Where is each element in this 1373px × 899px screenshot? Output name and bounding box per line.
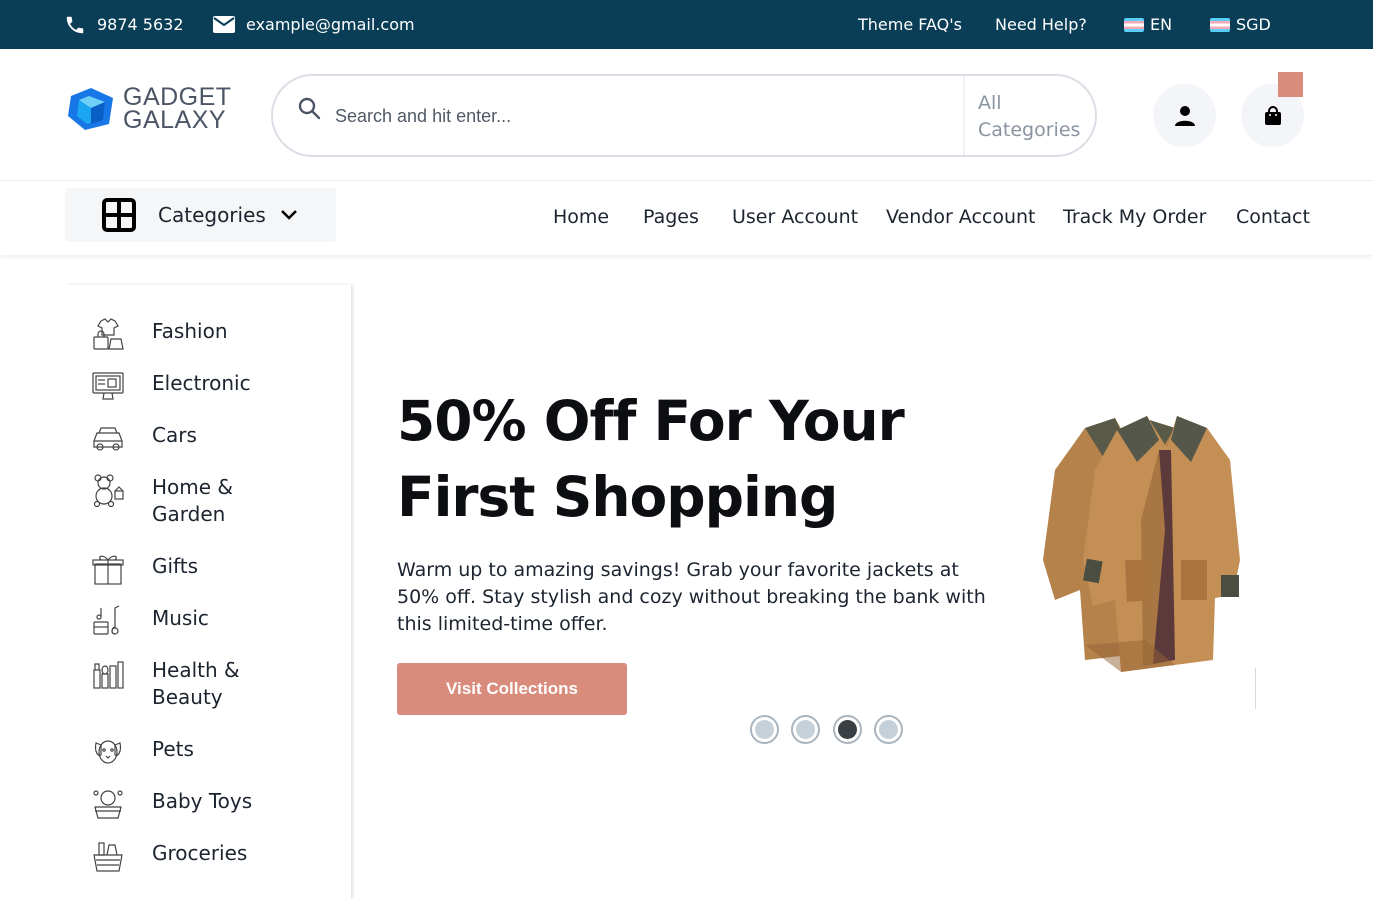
logo[interactable]: GADGET GALAXY xyxy=(65,85,232,134)
email-address: example@gmail.com xyxy=(246,15,415,34)
nav-track-my-order[interactable]: Track My Order xyxy=(1063,206,1206,228)
pet-icon xyxy=(94,740,122,764)
nav-contact[interactable]: Contact xyxy=(1236,206,1310,228)
user-icon xyxy=(1174,105,1195,126)
cube-logo-icon xyxy=(68,88,113,130)
teddy-bear-icon xyxy=(93,474,124,507)
hero-description: Warm up to amazing savings! Grab your fa… xyxy=(397,559,986,635)
need-help-link[interactable]: Need Help? xyxy=(995,0,1087,49)
email-contact[interactable]: example@gmail.com xyxy=(213,0,415,49)
flag-icon xyxy=(1124,17,1144,32)
search-input[interactable] xyxy=(335,94,955,138)
image-divider xyxy=(1255,668,1256,709)
sidebar-item-label: Groceries xyxy=(152,841,248,865)
sidebar-item-label: Fashion xyxy=(152,319,228,343)
top-bar: 9874 5632 example@gmail.com Theme FAQ's … xyxy=(0,0,1373,49)
chevron-down-icon xyxy=(280,210,297,220)
currency-selector[interactable]: SGD xyxy=(1210,0,1271,49)
sidebar-item-label: Home & Garden xyxy=(152,475,234,526)
sidebar-item-label: Cars xyxy=(152,423,197,447)
phone-icon xyxy=(66,16,84,33)
flag-icon xyxy=(1210,17,1230,32)
nav-home[interactable]: Home xyxy=(553,206,609,228)
categories-label: Categories xyxy=(158,203,266,227)
logo-line-2: GALAXY xyxy=(123,106,227,134)
electronic-icon xyxy=(92,372,124,400)
language-label: EN xyxy=(1150,15,1173,34)
sidebar-item-label: Health & Beauty xyxy=(152,658,240,709)
slider-dot-4[interactable] xyxy=(874,715,903,744)
sidebar-item-label: Music xyxy=(152,606,209,630)
nav-user-account[interactable]: User Account xyxy=(732,206,858,228)
jacket-product-image xyxy=(1043,416,1240,672)
account-button[interactable] xyxy=(1153,84,1216,147)
sidebar-item-label: Electronic xyxy=(152,371,251,395)
language-selector[interactable]: EN xyxy=(1124,0,1172,49)
sidebar-item-label: Gifts xyxy=(152,554,199,578)
category-sidebar: Fashion Electronic Cars Home & Garden Gi… xyxy=(65,285,351,899)
sidebar-item-label: Baby Toys xyxy=(152,789,253,813)
fashion-icon xyxy=(93,318,124,350)
beauty-icon xyxy=(93,661,124,689)
search-bar: All Categories xyxy=(271,74,1097,157)
phone-contact[interactable]: 9874 5632 xyxy=(64,0,184,49)
categories-dropdown-button[interactable]: Categories xyxy=(65,188,336,242)
nav-vendor-account[interactable]: Vendor Account xyxy=(886,206,1036,228)
hero-title: 50% Off For Your First Shopping xyxy=(397,389,905,529)
grocery-icon xyxy=(93,842,123,872)
gift-icon xyxy=(92,555,124,585)
logo-text: GADGET GALAXY xyxy=(123,85,232,134)
currency-label: SGD xyxy=(1236,15,1271,34)
slider-dot-2[interactable] xyxy=(791,715,820,744)
cart-count-badge xyxy=(1278,72,1303,97)
phone-number: 9874 5632 xyxy=(97,15,184,34)
grid-icon xyxy=(102,198,136,232)
mail-icon xyxy=(213,16,235,33)
search-icon[interactable] xyxy=(297,96,321,120)
music-icon xyxy=(93,605,120,635)
baby-toy-icon xyxy=(93,790,123,819)
car-icon xyxy=(93,427,123,451)
slider-dot-1[interactable] xyxy=(750,715,779,744)
slider-dot-3[interactable] xyxy=(833,715,862,744)
category-select[interactable]: All Categories xyxy=(963,76,1095,155)
sidebar-item-label: Pets xyxy=(152,737,194,761)
theme-faq-link[interactable]: Theme FAQ's xyxy=(858,0,962,49)
shopping-bag-icon xyxy=(1264,105,1281,125)
visit-collections-button[interactable]: Visit Collections xyxy=(397,663,627,715)
main-navigation: Categories Home Pages User Account Vendo… xyxy=(0,181,1373,255)
header: GADGET GALAXY All Categories xyxy=(0,49,1373,181)
nav-pages[interactable]: Pages xyxy=(643,206,699,228)
